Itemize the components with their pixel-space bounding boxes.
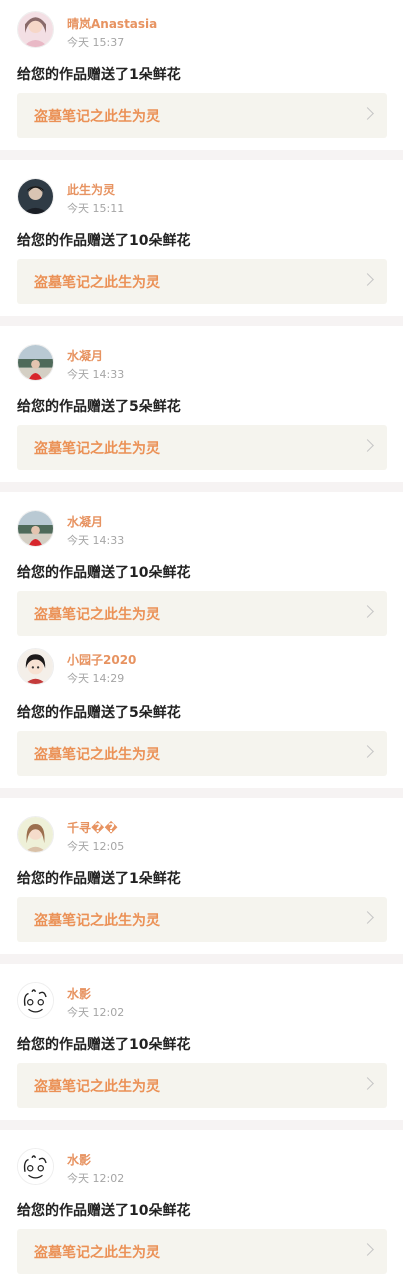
- card-separator: [0, 1120, 403, 1130]
- notification-card: 此生为灵 今天 15:11 给您的作品赠送了10朵鲜花 盗墓笔记之此生为灵: [0, 160, 403, 316]
- card-separator: [0, 316, 403, 326]
- gift-message: 给您的作品赠送了10朵鲜花: [17, 1203, 191, 1219]
- chevron-right-icon: [361, 1243, 374, 1256]
- username[interactable]: 此生为灵: [67, 181, 115, 198]
- gift-notification-feed: 晴岚Anastasia 今天 15:37 给您的作品赠送了1朵鲜花 盗墓笔记之此…: [0, 0, 403, 1280]
- work-title: 盗墓笔记之此生为灵: [34, 913, 160, 929]
- chevron-right-icon: [361, 605, 374, 618]
- work-link-button[interactable]: 盗墓笔记之此生为灵: [17, 1063, 387, 1108]
- work-link-button[interactable]: 盗墓笔记之此生为灵: [17, 1229, 387, 1274]
- work-link-button[interactable]: 盗墓笔记之此生为灵: [17, 591, 387, 636]
- username[interactable]: 水影: [67, 985, 91, 1002]
- work-link-button[interactable]: 盗墓笔记之此生为灵: [17, 897, 387, 942]
- chevron-right-icon: [361, 107, 374, 120]
- avatar[interactable]: [17, 816, 54, 853]
- avatar[interactable]: [17, 178, 54, 215]
- timestamp: 今天 12:05: [67, 840, 125, 853]
- timestamp: 今天 14:33: [67, 368, 125, 381]
- work-title: 盗墓笔记之此生为灵: [34, 109, 160, 125]
- avatar[interactable]: [17, 510, 54, 547]
- chevron-right-icon: [361, 745, 374, 758]
- card-separator: [0, 788, 403, 798]
- notification-card: 水凝月 今天 14:33 给您的作品赠送了10朵鲜花 盗墓笔记之此生为灵 小园子…: [0, 492, 403, 788]
- avatar[interactable]: [17, 648, 54, 685]
- timestamp: 今天 15:37: [67, 36, 125, 49]
- timestamp: 今天 14:29: [67, 672, 125, 685]
- gift-message: 给您的作品赠送了10朵鲜花: [17, 233, 191, 249]
- chevron-right-icon: [361, 439, 374, 452]
- gift-message: 给您的作品赠送了1朵鲜花: [17, 871, 181, 887]
- username[interactable]: 水凝月: [67, 513, 103, 530]
- timestamp: 今天 12:02: [67, 1006, 125, 1019]
- notification-card: 水影 今天 12:02 给您的作品赠送了10朵鲜花 盗墓笔记之此生为灵: [0, 1130, 403, 1280]
- timestamp: 今天 14:33: [67, 534, 125, 547]
- avatar[interactable]: [17, 1148, 54, 1185]
- chevron-right-icon: [361, 911, 374, 924]
- notification-card: 千寻�� 今天 12:05 给您的作品赠送了1朵鲜花 盗墓笔记之此生为灵: [0, 798, 403, 954]
- chevron-right-icon: [361, 273, 374, 286]
- card-separator: [0, 954, 403, 964]
- gift-message: 给您的作品赠送了1朵鲜花: [17, 67, 181, 83]
- chevron-right-icon: [361, 1077, 374, 1090]
- avatar[interactable]: [17, 11, 54, 48]
- work-link-button[interactable]: 盗墓笔记之此生为灵: [17, 425, 387, 470]
- notification-card: 晴岚Anastasia 今天 15:37 给您的作品赠送了1朵鲜花 盗墓笔记之此…: [0, 0, 403, 150]
- work-title: 盗墓笔记之此生为灵: [34, 275, 160, 291]
- gift-message: 给您的作品赠送了10朵鲜花: [17, 1037, 191, 1053]
- work-title: 盗墓笔记之此生为灵: [34, 747, 160, 763]
- avatar[interactable]: [17, 982, 54, 1019]
- username[interactable]: 小园子2020: [67, 651, 136, 668]
- username[interactable]: 晴岚Anastasia: [67, 15, 157, 32]
- work-title: 盗墓笔记之此生为灵: [34, 607, 160, 623]
- gift-message: 给您的作品赠送了5朵鲜花: [17, 399, 181, 415]
- timestamp: 今天 15:11: [67, 202, 125, 215]
- card-separator: [0, 482, 403, 492]
- work-title: 盗墓笔记之此生为灵: [34, 441, 160, 457]
- work-title: 盗墓笔记之此生为灵: [34, 1245, 160, 1261]
- work-title: 盗墓笔记之此生为灵: [34, 1079, 160, 1095]
- notification-card: 水影 今天 12:02 给您的作品赠送了10朵鲜花 盗墓笔记之此生为灵: [0, 964, 403, 1120]
- card-separator: [0, 150, 403, 160]
- gift-message: 给您的作品赠送了10朵鲜花: [17, 565, 191, 581]
- work-link-button[interactable]: 盗墓笔记之此生为灵: [17, 259, 387, 304]
- username[interactable]: 水凝月: [67, 347, 103, 364]
- username[interactable]: 千寻��: [67, 819, 118, 836]
- username[interactable]: 水影: [67, 1151, 91, 1168]
- avatar[interactable]: [17, 344, 54, 381]
- work-link-button[interactable]: 盗墓笔记之此生为灵: [17, 93, 387, 138]
- work-link-button[interactable]: 盗墓笔记之此生为灵: [17, 731, 387, 776]
- timestamp: 今天 12:02: [67, 1172, 125, 1185]
- notification-card: 水凝月 今天 14:33 给您的作品赠送了5朵鲜花 盗墓笔记之此生为灵: [0, 326, 403, 482]
- gift-message: 给您的作品赠送了5朵鲜花: [17, 705, 181, 721]
